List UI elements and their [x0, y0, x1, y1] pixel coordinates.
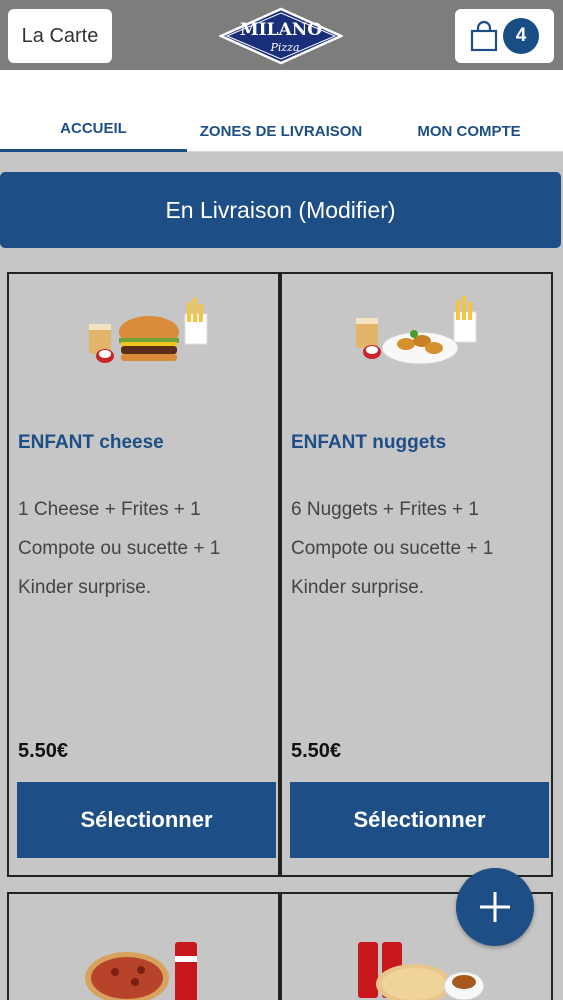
kids-nuggets-meal-image: [356, 296, 477, 365]
plus-icon: [480, 892, 510, 922]
product-title: ENFANT nuggets: [291, 432, 447, 453]
shopping-bag-icon: [470, 20, 498, 52]
kids-cheeseburger-meal-image: [89, 298, 208, 363]
svg-text:Pizza: Pizza: [269, 41, 299, 54]
la-carte-button[interactable]: La Carte: [8, 9, 112, 63]
product-card-enfant-nuggets: ENFANT nuggets 6 Nuggets + Frites + 1 Co…: [280, 272, 553, 877]
select-button[interactable]: Sélectionner: [17, 782, 276, 858]
svg-text:MILANO: MILANO: [240, 20, 322, 40]
product-price: 5.50€: [18, 740, 69, 762]
product-description: 1 Cheese + Frites + 1 Compote ou sucette…: [18, 499, 221, 598]
floating-add-button[interactable]: [456, 868, 534, 946]
product-description: 6 Nuggets + Frites + 1 Compote ou sucett…: [291, 499, 494, 598]
top-bar: La Carte MILANO Pizza 4: [0, 0, 563, 70]
tab-mon-compte[interactable]: MON COMPTE: [375, 70, 563, 152]
main-tabs: ACCUEIL ZONES DE LIVRAISON MON COMPTE: [0, 70, 563, 152]
product-price: 5.50€: [291, 740, 342, 762]
product-card-pizza-menu: [7, 892, 280, 1000]
select-button[interactable]: Sélectionner: [290, 782, 549, 858]
tab-zones-de-livraison[interactable]: ZONES DE LIVRAISON: [187, 70, 375, 152]
milano-pizza-logo[interactable]: MILANO Pizza: [219, 7, 343, 65]
product-card-enfant-cheese: ENFANT cheese 1 Cheese + Frites + 1 Comp…: [7, 272, 280, 877]
tab-accueil[interactable]: ACCUEIL: [0, 70, 187, 152]
cart-button[interactable]: 4: [455, 9, 554, 63]
delivery-mode-button[interactable]: En Livraison (Modifier): [0, 172, 561, 248]
pizza-cola-wings-menu-image: [85, 942, 197, 1000]
cart-count-badge: 4: [503, 18, 539, 54]
product-title: ENFANT cheese: [18, 432, 164, 453]
